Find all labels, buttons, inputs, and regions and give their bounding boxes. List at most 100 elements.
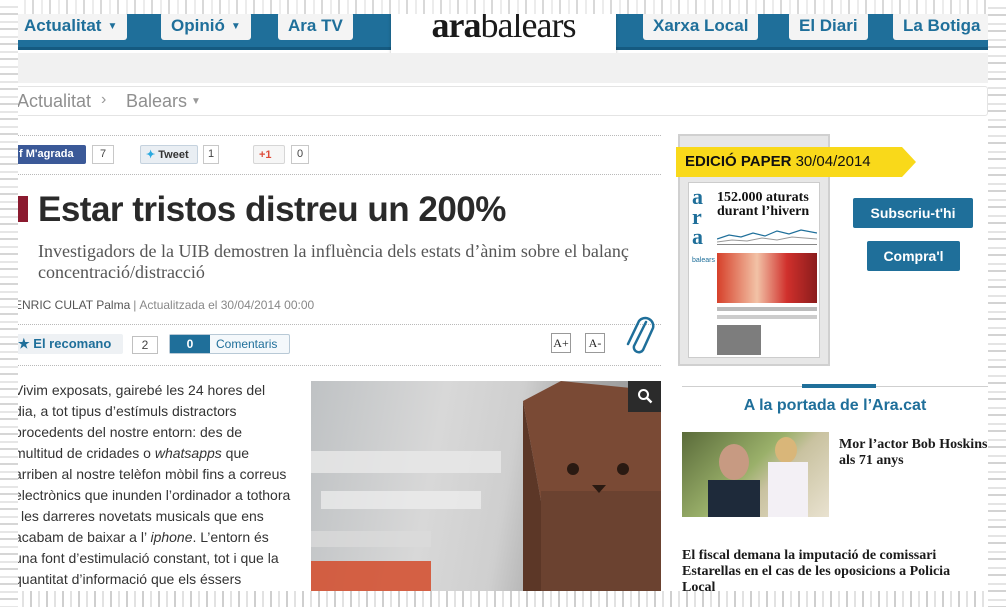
recommend-label: El recomano — [33, 336, 112, 351]
body-line: dia, a tot tipus d’estímuls distractors — [14, 403, 237, 419]
divider — [14, 174, 661, 175]
nav-item-actualitat[interactable]: Actualitat ▼ — [14, 12, 128, 40]
recommend-count: 2 — [132, 336, 158, 354]
nav-item-opinio[interactable]: Opinió ▼ — [161, 12, 251, 40]
cover-chart-graphic — [716, 229, 818, 243]
body-line: procedents del nostre entorn: des de — [14, 424, 243, 440]
comments-label: Comentaris — [216, 337, 278, 351]
article-body: Vivim exposats, gairebé les 24 hores del… — [14, 380, 300, 590]
nav-item-el-diari[interactable]: El Diari — [789, 12, 868, 40]
body-line: multitud de cridades o whatsapps que — [14, 443, 300, 464]
nav-item-la-botiga[interactable]: La Botiga — [893, 12, 991, 40]
divider — [14, 324, 661, 325]
body-text-emphasis: whatsapps — [154, 445, 222, 461]
site-logo[interactable]: arabalears — [391, 0, 616, 58]
section-tab-accent — [802, 384, 876, 388]
tweet-count: 1 — [203, 145, 219, 164]
print-edition-label: EDICIÓ PAPER 30/04/2014 — [685, 153, 871, 170]
article-headline: Estar tristos distreu un 200% — [38, 190, 506, 229]
nav-item-ara-tv[interactable]: Ara TV — [278, 12, 353, 40]
body-line: Vivim exposats, gairebé les 24 hores del — [14, 382, 266, 398]
twitter-bird-icon: ✦ — [146, 149, 159, 161]
breadcrumb-item-actualitat[interactable]: Actualitat — [17, 91, 91, 112]
logo-text-balears: balears — [480, 5, 577, 45]
facebook-like-count: 7 — [92, 145, 114, 164]
buy-button[interactable]: Compra'l — [867, 241, 960, 271]
tweet-label: Tweet — [158, 149, 189, 161]
zoom-button[interactable] — [628, 381, 661, 412]
body-text-segment: que — [221, 445, 250, 461]
breadcrumb: Actualitat › Balears ▼ — [0, 86, 988, 116]
cover-text-line — [717, 315, 817, 319]
news-headline[interactable]: El fiscal demana la imputació de comissa… — [682, 548, 982, 596]
body-line: electrònics que inunden l’ordinador a to… — [14, 487, 291, 503]
news-photo — [708, 437, 808, 517]
cover-text-line — [717, 307, 817, 311]
nav-item-label: Ara TV — [288, 16, 343, 35]
magnifier-icon — [637, 389, 652, 404]
chevron-down-icon: ▼ — [107, 21, 118, 32]
font-increase-button[interactable]: A+ — [551, 333, 571, 353]
body-line: quantitat d’informació que els éssers — [14, 571, 242, 587]
article-photo[interactable] — [311, 381, 661, 601]
logo-text-ara: ara — [431, 5, 482, 45]
star-icon: ★ — [18, 336, 34, 351]
cover-brand: a r a — [692, 186, 703, 249]
torn-edge-right — [988, 0, 1006, 607]
font-decrease-button[interactable]: A- — [585, 333, 605, 353]
nav-item-label: Xarxa Local — [653, 16, 749, 35]
cover-brand-letter: a — [692, 224, 703, 249]
chevron-down-icon: ▼ — [230, 21, 241, 32]
body-text-emphasis: iphone — [150, 529, 193, 545]
cover-headline: 152.000 aturats durant l’hivern — [717, 190, 810, 219]
body-text-segment: acabam de baixar a l’ — [14, 529, 151, 545]
print-edition-date: 30/04/2014 — [795, 153, 871, 170]
body-text-segment: multitud de cridades o — [14, 445, 155, 461]
chevron-down-icon: ▼ — [191, 96, 201, 107]
google-plus-label: +1 — [259, 149, 272, 161]
portada-heading: A la portada de l’Ara.cat — [743, 397, 927, 414]
divider — [14, 365, 661, 366]
article-byline: ENRIC CULAT Palma | Actualitzada el 30/04/… — [14, 298, 314, 312]
divider — [14, 135, 661, 136]
print-edition-title: EDICIÓ PAPER — [685, 153, 792, 170]
section-marker — [14, 196, 28, 222]
recommend-button[interactable]: ★ El recomano — [14, 334, 123, 354]
google-plus-count: 0 — [291, 145, 309, 164]
body-line: una font d’estimulació constant, tot i q… — [14, 550, 279, 566]
paperclip-icon[interactable] — [624, 316, 656, 360]
article-author: ENRIC CULAT Palma — [14, 298, 131, 312]
cover-photo — [717, 253, 817, 303]
cover-brand-subtitle: balears — [692, 257, 715, 264]
top-navigation-bar: Actualitat ▼ Opinió ▼ Ara TV arabalears Xa… — [0, 0, 1006, 58]
cover-thumbnail — [717, 325, 761, 355]
nav-item-label: El Diari — [799, 16, 858, 35]
body-line: acabam de baixar a l’ iphone. L’entorn é… — [14, 527, 300, 548]
news-headline[interactable]: Mor l’actor Bob Hoskins als 71 anys — [839, 437, 989, 469]
news-thumbnail[interactable] — [682, 432, 829, 517]
comments-button[interactable]: 0 Comentaris — [169, 334, 290, 354]
cardboard-robot-image — [311, 381, 661, 601]
comments-count: 0 — [170, 335, 210, 353]
article-subheadline: Investigadors de la UIB demostren la inf… — [38, 241, 629, 282]
breadcrumb-background — [0, 53, 1006, 83]
nav-item-label: Opinió — [171, 16, 225, 35]
byline-separator: | — [133, 298, 137, 312]
chevron-right-icon: › — [101, 91, 107, 108]
body-line: i les darreres novetats musicals que ens — [14, 508, 264, 524]
facebook-like-button[interactable]: f M'agrada — [14, 145, 86, 164]
nav-item-label: La Botiga — [903, 16, 981, 35]
google-plus-button[interactable]: +1 — [253, 145, 285, 164]
facebook-icon: f — [19, 148, 26, 160]
nav-item-label: Actualitat — [24, 16, 102, 35]
facebook-like-label: M'agrada — [25, 148, 74, 160]
cover-chart — [716, 225, 818, 245]
tweet-button[interactable]: ✦ Tweet — [140, 145, 198, 164]
subscribe-button[interactable]: Subscriu-t'hi — [853, 198, 973, 228]
article-updated: Actualitzada el 30/04/2014 00:00 — [139, 298, 315, 312]
body-line: arriben al nostre telèfon mòbil fins a c… — [14, 466, 287, 482]
print-edition-cover[interactable]: a r a balears 152.000 aturats durant l’h… — [688, 182, 820, 358]
body-text-segment: . L’entorn és — [192, 529, 269, 545]
nav-item-xarxa-local[interactable]: Xarxa Local — [643, 12, 759, 40]
breadcrumb-item-balears[interactable]: Balears — [126, 91, 187, 112]
